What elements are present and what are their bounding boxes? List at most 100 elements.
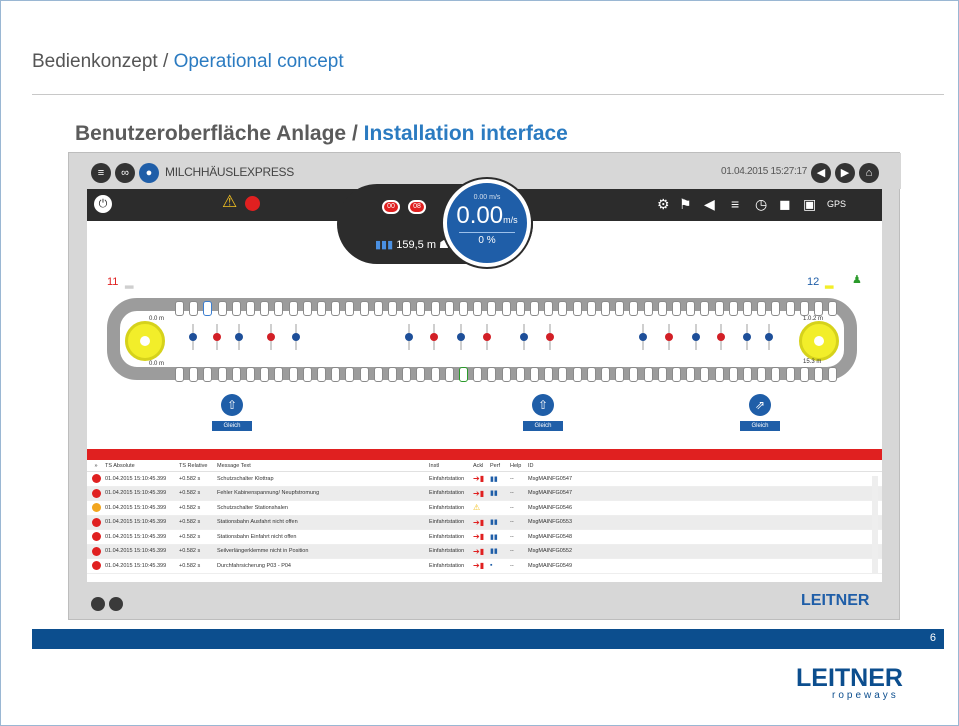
- cabin-bottom: [430, 367, 440, 382]
- anchor-right-icon[interactable]: ⇗: [749, 394, 771, 416]
- home-icon[interactable]: ⌂: [859, 163, 879, 183]
- col-instl[interactable]: Instl: [429, 463, 473, 469]
- cabin-bottom: [175, 367, 184, 382]
- cabin-top: [459, 301, 468, 316]
- anchor-middle-icon[interactable]: ⇧: [532, 394, 554, 416]
- alarm-scrollbar[interactable]: [872, 476, 878, 574]
- alarm-row[interactable]: 01.04.2015 15:10:45.399 +0.582 s Stationsb…: [87, 515, 882, 530]
- back-icon[interactable]: ◀: [811, 163, 831, 183]
- speed-value-wrap: 0.00m/s: [447, 202, 527, 230]
- tower-marker[interactable]: [189, 333, 197, 341]
- flag-icon[interactable]: ⚑: [679, 196, 692, 212]
- cabin-top: [373, 301, 383, 316]
- anchor-middle-button[interactable]: Gleich: [523, 421, 563, 431]
- col-ts-absolute[interactable]: TS Absolute: [105, 463, 179, 469]
- tower-marker[interactable]: [546, 333, 554, 341]
- acknowledge-arrow-icon[interactable]: ➔▮: [473, 547, 484, 556]
- help-cell[interactable]: --: [510, 519, 528, 525]
- warning-icon: ⚠: [473, 503, 481, 513]
- cabin-bottom: [274, 367, 284, 382]
- help-cell[interactable]: --: [510, 476, 528, 482]
- ack-cell[interactable]: ➔▮: [473, 532, 490, 541]
- ack-cell[interactable]: ⚠: [473, 503, 490, 512]
- cabin-top: [530, 301, 539, 316]
- col-help[interactable]: Help: [510, 463, 528, 469]
- status-cell: [87, 532, 105, 542]
- cabin-bottom: [544, 367, 554, 382]
- menu-icon[interactable]: ≡: [91, 163, 111, 183]
- tower-marker[interactable]: [213, 333, 221, 341]
- link-icon[interactable]: ∞: [115, 163, 135, 183]
- help-cell[interactable]: --: [510, 505, 528, 511]
- acknowledge-arrow-icon[interactable]: ➔▮: [473, 561, 484, 570]
- stop-square-icon[interactable]: ◼: [779, 196, 791, 212]
- warning-icon[interactable]: ⚠: [222, 193, 237, 210]
- tower-marker[interactable]: [692, 333, 700, 341]
- alarm-row[interactable]: 01.04.2015 15:10:45.399 +0.582 s Durchfahr…: [87, 559, 882, 574]
- cabin-bottom: [700, 367, 710, 382]
- user-icon[interactable]: ●: [139, 163, 159, 183]
- tower-marker[interactable]: [717, 333, 725, 341]
- help-cell[interactable]: --: [510, 534, 528, 540]
- timer-icon[interactable]: ◷: [755, 196, 767, 212]
- col-ackl[interactable]: Ackl: [473, 463, 490, 469]
- col-message[interactable]: Message Text: [217, 463, 429, 469]
- tower-marker[interactable]: [639, 333, 647, 341]
- signal-bars-icon: ▮▮: [490, 548, 498, 556]
- acknowledge-arrow-icon[interactable]: ➔▮: [473, 518, 484, 527]
- slide-subtitle: Benutzeroberfläche Anlage / Installation…: [75, 122, 568, 146]
- ack-cell[interactable]: ➔▮: [473, 518, 490, 527]
- footer-right-icon[interactable]: [109, 597, 123, 611]
- settings-icon[interactable]: ⚙: [657, 196, 670, 212]
- tower-marker[interactable]: [665, 333, 673, 341]
- alarm-row[interactable]: 01.04.2015 15:10:45.399 +0.582 s Schutzsch…: [87, 501, 882, 516]
- col-id[interactable]: ID: [528, 463, 708, 469]
- help-cell[interactable]: --: [510, 490, 528, 496]
- cabin-bottom: [586, 367, 596, 382]
- cabin-bottom: [288, 367, 298, 382]
- tower-marker[interactable]: [743, 333, 751, 341]
- acknowledge-arrow-icon[interactable]: ➔▮: [473, 532, 484, 541]
- tower-marker[interactable]: [405, 333, 413, 341]
- col-ts-relative[interactable]: TS Relative: [179, 463, 217, 469]
- speaker-icon[interactable]: ◀: [704, 196, 715, 212]
- ts-absolute: 01.04.2015 15:10:45.399: [105, 548, 167, 555]
- ack-cell[interactable]: ➔▮: [473, 489, 490, 498]
- power-icon[interactable]: ⏻: [94, 195, 112, 213]
- gps-icon[interactable]: GPS: [827, 196, 846, 212]
- tower-marker[interactable]: [520, 333, 528, 341]
- cabin-bottom: [558, 367, 568, 382]
- stop-icon[interactable]: [245, 196, 260, 211]
- list-icon[interactable]: ≡: [731, 196, 739, 212]
- help-cell[interactable]: --: [510, 548, 528, 554]
- anchor-right-button[interactable]: Gleich: [740, 421, 780, 431]
- help-cell[interactable]: --: [510, 563, 528, 569]
- cabin-top: [672, 301, 681, 316]
- anchor-left-button[interactable]: Gleich: [212, 421, 252, 431]
- alarm-row[interactable]: 01.04.2015 15:10:45.399 +0.582 s Seilverlä…: [87, 544, 882, 559]
- col-perf[interactable]: Perf: [490, 463, 510, 469]
- cabin-top: [686, 301, 696, 316]
- cabin-top: [487, 301, 497, 316]
- alarm-row[interactable]: 01.04.2015 15:10:45.399 +0.582 s Stationsb…: [87, 530, 882, 545]
- tower-marker[interactable]: [430, 333, 438, 341]
- forward-icon[interactable]: ▶: [835, 163, 855, 183]
- anchor-left-icon[interactable]: ⇧: [221, 394, 243, 416]
- alarm-row[interactable]: 01.04.2015 15:10:45.399 +0.582 s Schutzsch…: [87, 472, 882, 487]
- tower-marker[interactable]: [483, 333, 491, 341]
- tower-marker[interactable]: [235, 333, 243, 341]
- ack-cell[interactable]: ➔▮: [473, 474, 490, 483]
- footer-left-icon[interactable]: [91, 597, 105, 611]
- camera-icon[interactable]: ▣: [803, 196, 816, 212]
- message-id: MsgMAINFG0546: [528, 504, 573, 511]
- tower-marker[interactable]: [292, 333, 300, 341]
- tower-marker[interactable]: [457, 333, 465, 341]
- ack-cell[interactable]: ➔▮: [473, 561, 490, 570]
- tower-marker[interactable]: [267, 333, 275, 341]
- status-dot-icon: [91, 517, 101, 527]
- alarm-row[interactable]: 01.04.2015 15:10:45.399 +0.582 s Fehler Ka…: [87, 486, 882, 501]
- acknowledge-arrow-icon[interactable]: ➔▮: [473, 474, 484, 483]
- acknowledge-arrow-icon[interactable]: ➔▮: [473, 489, 484, 498]
- tower-marker[interactable]: [765, 333, 773, 341]
- ack-cell[interactable]: ➔▮: [473, 547, 490, 556]
